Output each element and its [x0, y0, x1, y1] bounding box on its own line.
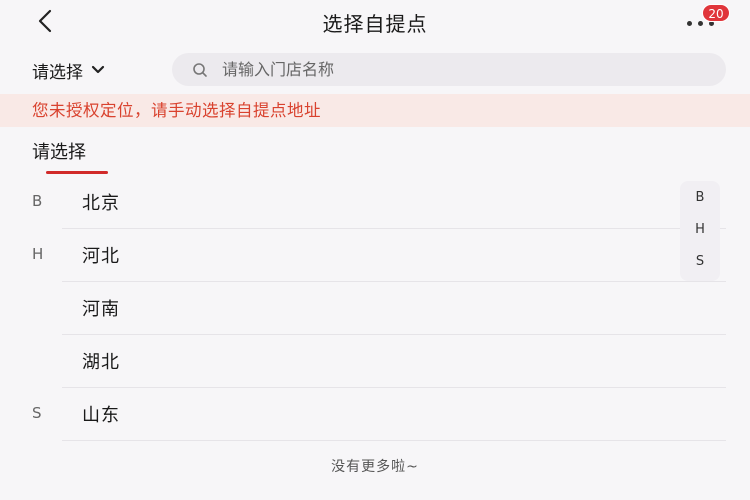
region-dropdown-label: 请选择: [32, 62, 83, 83]
list-item-henan[interactable]: 河南: [0, 282, 750, 335]
list-end-text: 没有更多啦~: [331, 459, 419, 475]
region-name: 湖北: [82, 352, 120, 373]
region-name: 河南: [82, 299, 120, 320]
region-dropdown[interactable]: 请选择: [32, 54, 105, 86]
index-letter-h[interactable]: H: [680, 222, 720, 237]
list-item-hebei[interactable]: H 河北: [0, 229, 750, 282]
more-dot-icon: [697, 20, 703, 26]
search-icon: [193, 62, 207, 77]
region-name: 河北: [82, 246, 120, 267]
filter-row: 请选择: [0, 50, 750, 90]
store-search-input[interactable]: [220, 59, 700, 80]
chevron-down-icon: [91, 65, 105, 74]
list-item-beijing[interactable]: B 北京: [0, 176, 750, 229]
page: 选择自提点 20 请选择 您未授权定位，请手动选择自提点地址 请选择: [0, 0, 750, 500]
group-letter: B: [32, 192, 43, 210]
region-name: 北京: [82, 193, 120, 214]
list-item-hubei[interactable]: 湖北: [0, 335, 750, 388]
region-list: B 北京 H 河北 河南 湖北 S 山东: [0, 176, 750, 441]
search-box[interactable]: [172, 53, 726, 86]
tab-active-indicator: [46, 171, 108, 174]
group-letter: S: [32, 404, 42, 422]
index-letter-b[interactable]: B: [680, 190, 720, 205]
notification-badge: 20: [702, 4, 730, 22]
tab-region-select[interactable]: 请选择: [32, 138, 108, 178]
tab-label: 请选择: [32, 142, 86, 163]
group-letter: H: [32, 245, 44, 263]
list-item-shandong[interactable]: S 山东: [0, 388, 750, 441]
index-letter-s[interactable]: S: [680, 254, 720, 269]
region-name: 山东: [82, 405, 120, 426]
location-notice: 您未授权定位，请手动选择自提点地址: [0, 94, 750, 127]
page-title: 选择自提点: [322, 12, 428, 36]
divider: [62, 440, 726, 441]
header-bar: 选择自提点 20: [0, 0, 750, 44]
more-dot-icon: [686, 20, 692, 26]
alphabet-index-bar: B H S: [680, 181, 720, 281]
